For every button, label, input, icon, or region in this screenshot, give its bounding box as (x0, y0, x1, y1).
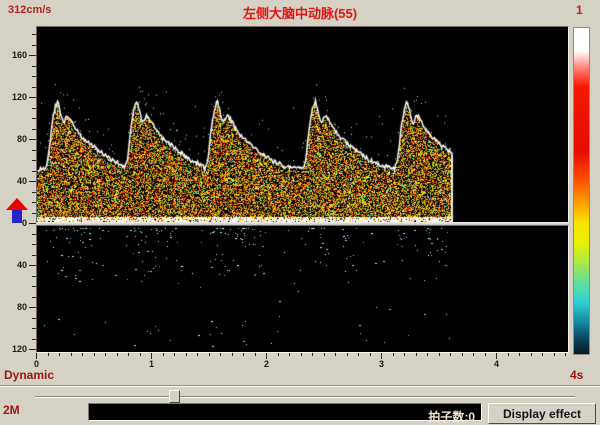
y-tick-label: 120 (2, 344, 27, 354)
y-tick (32, 339, 36, 340)
x-tick-label: 3 (375, 359, 388, 369)
sweep-duration-label: 4s (570, 368, 583, 382)
time-position-slider-thumb[interactable] (169, 390, 180, 403)
x-tick-label: 1 (145, 359, 158, 369)
y-tick-label: 40 (2, 176, 27, 186)
x-tick-label: 4 (490, 359, 503, 369)
x-tick (393, 353, 394, 356)
y-tick-label: 80 (2, 134, 27, 144)
y-tick (32, 87, 36, 88)
y-tick (32, 34, 36, 35)
x-tick (140, 353, 141, 356)
y-tick (32, 129, 36, 130)
x-tick (404, 353, 405, 356)
x-tick (335, 353, 336, 356)
y-tick (32, 234, 36, 235)
x-tick (565, 353, 566, 356)
flow-direction-up-icon (5, 198, 29, 225)
y-tick (32, 171, 36, 172)
y-tick (32, 160, 36, 161)
y-tick (32, 276, 36, 277)
x-tick (163, 353, 164, 356)
x-tick (255, 353, 256, 356)
x-tick (128, 353, 129, 356)
page-title: 左侧大脑中动脉(55) (0, 3, 600, 22)
y-tick-label: 120 (2, 92, 27, 102)
x-tick (48, 353, 49, 356)
x-tick (462, 353, 463, 356)
y-tick (32, 255, 36, 256)
y-tick (29, 181, 36, 182)
probe-label: 2M (3, 403, 20, 417)
x-tick (508, 353, 509, 356)
velocity-colorbar (573, 27, 590, 355)
y-tick (32, 286, 36, 287)
y-tick (32, 118, 36, 119)
divider (0, 385, 600, 387)
y-tick (32, 150, 36, 151)
x-tick (542, 353, 543, 356)
x-tick (243, 353, 244, 356)
x-tick (301, 353, 302, 356)
channel-indicator: 1 (576, 3, 583, 17)
signal-display-bar: 拍子数:0 (88, 403, 482, 421)
y-tick (29, 265, 36, 266)
x-tick (347, 353, 348, 356)
y-tick-label: 160 (2, 50, 27, 60)
x-tick (324, 353, 325, 356)
spectrogram-forward-canvas (36, 26, 569, 223)
y-tick (32, 76, 36, 77)
y-tick (29, 55, 36, 56)
x-tick (531, 353, 532, 356)
x-tick (71, 353, 72, 356)
y-tick (32, 213, 36, 214)
spectrogram-reverse-canvas (36, 225, 569, 353)
x-tick (427, 353, 428, 356)
x-tick (117, 353, 118, 356)
x-tick (209, 353, 210, 356)
x-tick (82, 353, 83, 356)
y-tick (32, 244, 36, 245)
time-position-slider-track[interactable] (35, 396, 575, 398)
x-tick (554, 353, 555, 356)
y-tick (32, 318, 36, 319)
y-tick (29, 139, 36, 140)
mode-label: Dynamic (4, 368, 54, 382)
y-tick (29, 307, 36, 308)
x-tick (105, 353, 106, 356)
x-tick (289, 353, 290, 356)
x-tick (450, 353, 451, 356)
y-tick (29, 97, 36, 98)
y-tick (29, 223, 36, 224)
x-tick (416, 353, 417, 356)
y-tick (32, 45, 36, 46)
x-tick (220, 353, 221, 356)
y-tick (32, 192, 36, 193)
x-tick (485, 353, 486, 356)
y-tick-label: 80 (2, 302, 27, 312)
x-tick (370, 353, 371, 356)
x-tick (312, 353, 313, 356)
x-tick (59, 353, 60, 356)
display-effect-button[interactable]: Display effect (488, 403, 596, 424)
y-tick (32, 108, 36, 109)
tcd-application-window: { "header": { "scale_label": "312cm/s", … (0, 0, 600, 417)
y-tick-label: 40 (2, 260, 27, 270)
x-tick (519, 353, 520, 356)
y-tick (32, 202, 36, 203)
x-tick (358, 353, 359, 356)
x-tick (186, 353, 187, 356)
x-tick (473, 353, 474, 356)
x-tick (278, 353, 279, 356)
y-tick (32, 328, 36, 329)
x-tick (174, 353, 175, 356)
y-tick (29, 349, 36, 350)
x-tick-label: 2 (260, 359, 273, 369)
y-tick (32, 66, 36, 67)
y-tick (32, 297, 36, 298)
x-tick (94, 353, 95, 356)
x-tick (232, 353, 233, 356)
x-tick (197, 353, 198, 356)
x-tick (439, 353, 440, 356)
